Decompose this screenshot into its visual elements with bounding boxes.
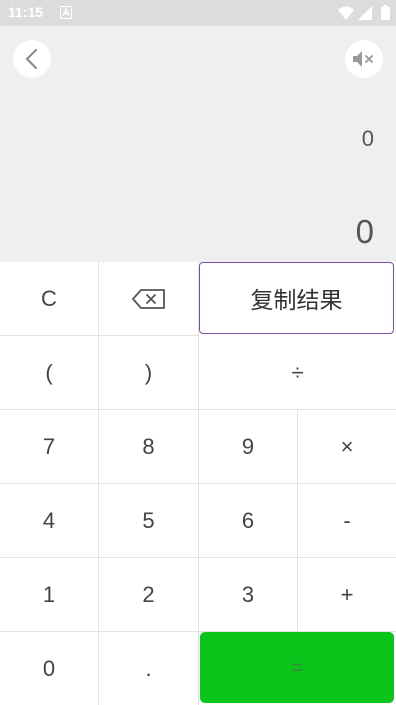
backspace-button[interactable] bbox=[99, 262, 199, 336]
backspace-icon bbox=[131, 288, 165, 309]
back-button[interactable] bbox=[13, 40, 51, 78]
plus-button[interactable]: + bbox=[298, 558, 396, 632]
wifi-icon bbox=[338, 5, 354, 24]
status-bar: 11:15 bbox=[0, 0, 396, 26]
digit-5-button[interactable]: 5 bbox=[99, 484, 199, 558]
digit-7-button[interactable]: 7 bbox=[0, 410, 99, 484]
copy-result-button[interactable]: 复制结果 bbox=[199, 262, 394, 334]
status-time: 11:15 bbox=[8, 4, 44, 20]
digit-1-button[interactable]: 1 bbox=[0, 558, 99, 632]
result-display: 0 bbox=[355, 213, 374, 250]
signal-icon bbox=[358, 5, 372, 24]
close-paren-button[interactable]: ) bbox=[99, 336, 199, 410]
digit-8-button[interactable]: 8 bbox=[99, 410, 199, 484]
divide-button[interactable]: ÷ bbox=[199, 336, 396, 410]
minus-button[interactable]: - bbox=[298, 484, 396, 558]
notification-a-icon bbox=[60, 6, 72, 19]
chevron-left-icon bbox=[26, 49, 37, 69]
digit-2-button[interactable]: 2 bbox=[99, 558, 199, 632]
expression-display: 0 bbox=[361, 126, 374, 151]
decimal-point-button[interactable]: . bbox=[99, 632, 199, 705]
digit-6-button[interactable]: 6 bbox=[199, 484, 298, 558]
digit-9-button[interactable]: 9 bbox=[199, 410, 298, 484]
battery-icon bbox=[381, 5, 390, 24]
open-paren-button[interactable]: ( bbox=[0, 336, 99, 410]
multiply-button[interactable]: × bbox=[298, 410, 396, 484]
digit-4-button[interactable]: 4 bbox=[0, 484, 99, 558]
keypad: C 复制结果 ( ) ÷ 7 8 9 × 4 5 6 - 1 2 3 + 0 .… bbox=[0, 262, 396, 705]
clear-button[interactable]: C bbox=[0, 262, 99, 336]
equals-button[interactable]: = bbox=[200, 632, 394, 703]
calculator-display: 0 0 bbox=[0, 26, 396, 262]
digit-3-button[interactable]: 3 bbox=[199, 558, 298, 632]
digit-0-button[interactable]: 0 bbox=[0, 632, 99, 705]
sound-toggle-button[interactable] bbox=[345, 40, 383, 78]
speaker-muted-icon bbox=[353, 51, 373, 67]
